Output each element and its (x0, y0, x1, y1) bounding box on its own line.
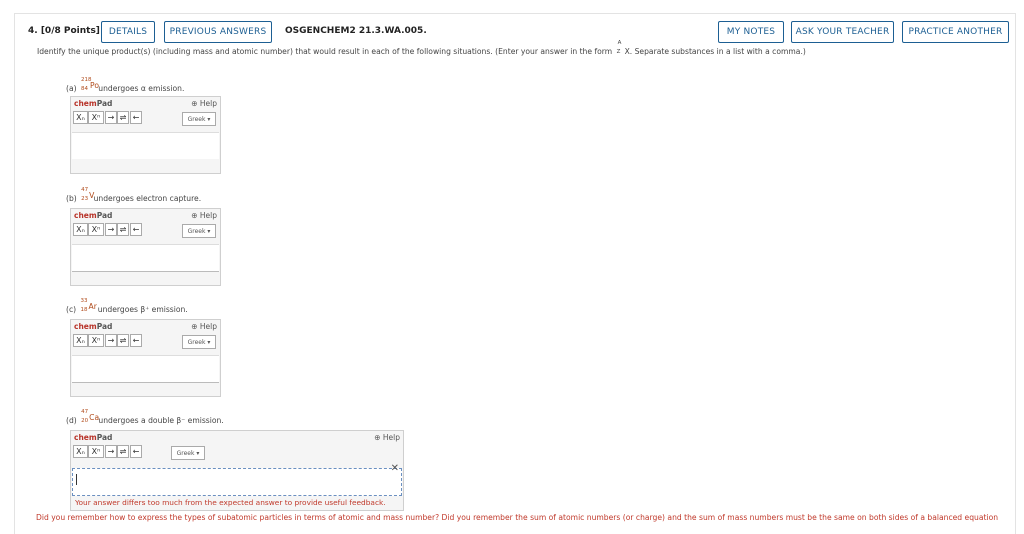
right-arrow-button[interactable]: → (105, 111, 117, 124)
part-c-prompt: (c) 33 18 Ar undergoes β⁺ emission. (66, 298, 188, 314)
left-arrow-button[interactable]: ← (130, 445, 142, 458)
subscript-button[interactable]: Xₙ (73, 223, 88, 236)
part-b-prompt: (b) 47 23 V undergoes electron capture. (66, 187, 202, 203)
question-id: OSGENCHEM2 21.3.WA.005. (285, 26, 427, 36)
subscript-button[interactable]: Xₙ (73, 334, 88, 347)
help-link[interactable]: ⊕ Help (191, 99, 217, 108)
right-arrow-button[interactable]: → (105, 223, 117, 236)
practice-another-button[interactable]: PRACTICE ANOTHER (902, 21, 1009, 43)
points-label: 4. [0/8 Points] (28, 26, 100, 36)
help-link[interactable]: ⊕ Help (191, 322, 217, 331)
greek-dropdown[interactable]: Greek ▾ (171, 446, 205, 460)
ask-your-teacher-button[interactable]: ASK YOUR TEACHER (791, 21, 894, 43)
chempad-logo: chemPad (74, 211, 113, 220)
instructions: Identify the unique product(s) (includin… (37, 40, 806, 56)
nuclide-c: 33 18 Ar (80, 298, 97, 313)
chempad-b: chemPad ⊕ Help Xₙ Xⁿ → ⇌ ← Greek ▾ (70, 208, 221, 286)
equilibrium-button[interactable]: ⇌ (117, 111, 129, 124)
help-link[interactable]: ⊕ Help (191, 211, 217, 220)
chempad-logo: chemPad (74, 99, 113, 108)
chempad-d: chemPad ⊕ Help Xₙ Xⁿ → ⇌ ← Greek ▾ ✕ Your… (70, 430, 404, 511)
text-cursor (76, 474, 77, 485)
nuclide-d: 47 20 Ca (81, 409, 100, 424)
subscript-button[interactable]: Xₙ (73, 111, 88, 124)
left-arrow-button[interactable]: ← (130, 223, 142, 236)
equilibrium-button[interactable]: ⇌ (117, 445, 129, 458)
part-d-prompt: (d) 47 20 Ca undergoes a double β⁻ emissio… (66, 409, 224, 425)
left-arrow-button[interactable]: ← (130, 334, 142, 347)
greek-dropdown[interactable]: Greek ▾ (182, 335, 216, 349)
superscript-button[interactable]: Xⁿ (88, 223, 104, 236)
close-icon[interactable]: ✕ (391, 463, 399, 474)
feedback-message: Your answer differs too much from the ex… (75, 498, 386, 507)
superscript-button[interactable]: Xⁿ (88, 111, 104, 124)
help-link[interactable]: ⊕ Help (374, 433, 400, 442)
equilibrium-button[interactable]: ⇌ (117, 223, 129, 236)
chempad-c: chemPad ⊕ Help Xₙ Xⁿ → ⇌ ← Greek ▾ (70, 319, 221, 397)
greek-dropdown[interactable]: Greek ▾ (182, 224, 216, 238)
superscript-button[interactable]: Xⁿ (88, 445, 104, 458)
equilibrium-button[interactable]: ⇌ (117, 334, 129, 347)
left-arrow-button[interactable]: ← (130, 111, 142, 124)
chempad-logo: chemPad (74, 322, 113, 331)
nuclide-b: 47 23 V (81, 187, 95, 202)
previous-answers-button[interactable]: PREVIOUS ANSWERS (164, 21, 272, 43)
hint-text: Did you remember how to express the type… (36, 513, 999, 522)
right-arrow-button[interactable]: → (105, 334, 117, 347)
details-button[interactable]: DETAILS (101, 21, 155, 43)
right-arrow-button[interactable]: → (105, 445, 117, 458)
answer-input-c[interactable] (72, 355, 219, 383)
chempad-a: chemPad ⊕ Help Xₙ Xⁿ → ⇌ ← Greek ▾ (70, 96, 221, 174)
answer-input-a[interactable] (72, 132, 219, 159)
subscript-button[interactable]: Xₙ (73, 445, 88, 458)
nuclide-a: 218 84 Po (81, 77, 99, 92)
answer-input-d[interactable]: ✕ (72, 463, 402, 496)
answer-input-b[interactable] (72, 244, 219, 272)
chempad-logo: chemPad (74, 433, 113, 442)
superscript-button[interactable]: Xⁿ (88, 334, 104, 347)
part-a-prompt: (a) 218 84 Po undergoes α emission. (66, 77, 185, 93)
my-notes-button[interactable]: MY NOTES (718, 21, 784, 43)
greek-dropdown[interactable]: Greek ▾ (182, 112, 216, 126)
